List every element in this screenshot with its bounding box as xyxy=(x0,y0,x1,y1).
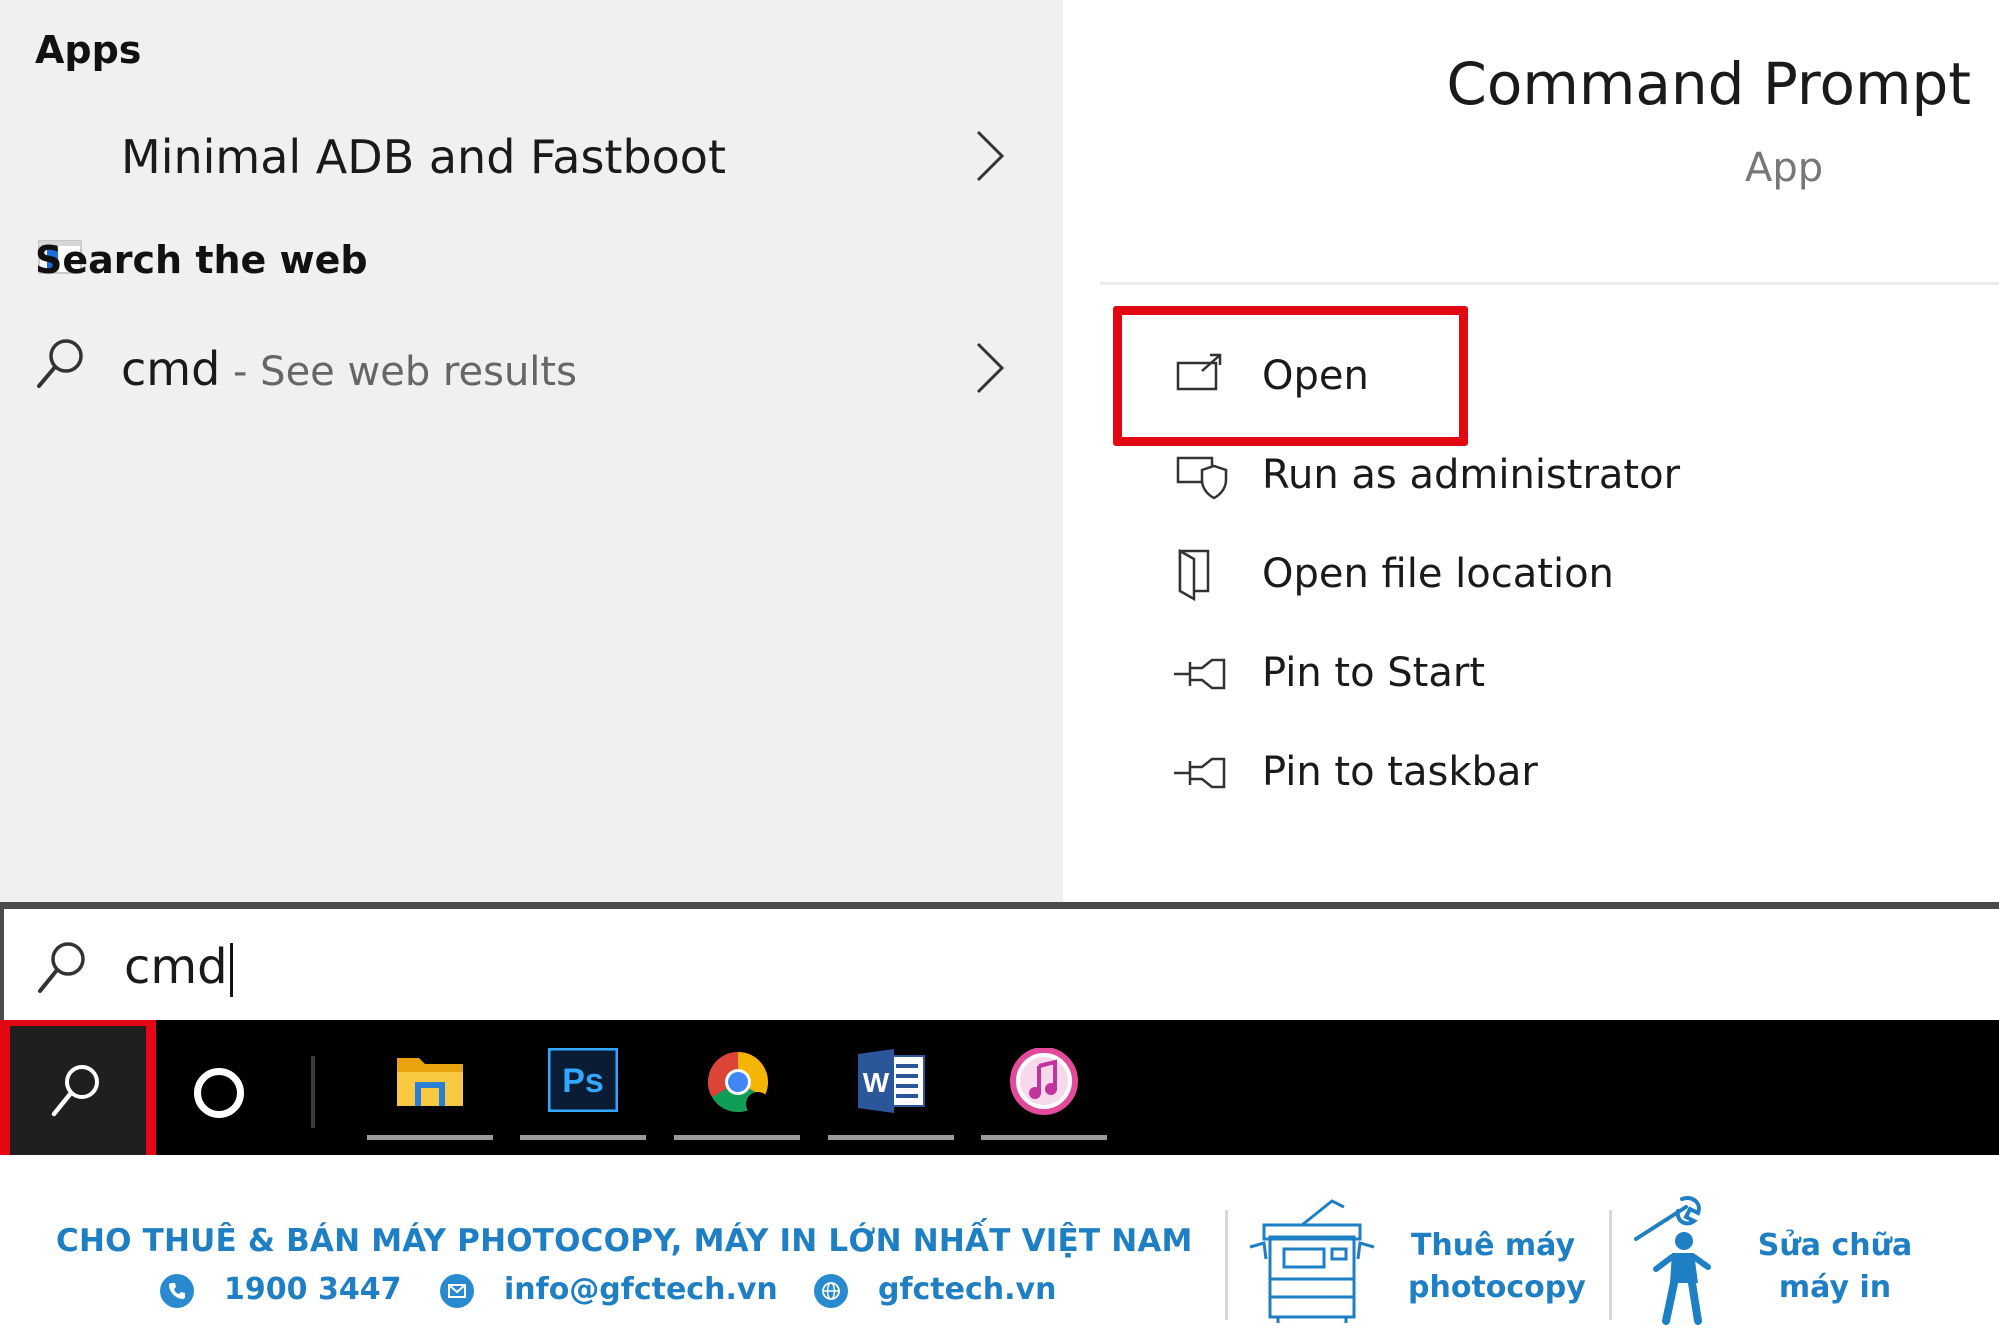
search-icon xyxy=(51,1065,99,1117)
chrome-icon xyxy=(707,1052,770,1116)
taskbar-file-explorer[interactable] xyxy=(367,1042,493,1140)
app-result-minimal-adb[interactable]: Minimal ADB and Fastboot xyxy=(0,104,1063,274)
service-rental-label: Thuê máy photocopy xyxy=(1408,1225,1586,1309)
taskbar-chrome[interactable] xyxy=(674,1042,800,1140)
admin-shield-icon xyxy=(1176,456,1228,500)
taskbar-photoshop[interactable]: Ps xyxy=(520,1042,646,1140)
email-address: info@gfctech.vn xyxy=(504,1272,778,1307)
app-details-pane: Command Prompt App Open Run as administr… xyxy=(1100,0,1999,902)
running-indicator xyxy=(674,1135,800,1140)
apps-section-heading: Apps xyxy=(35,28,142,72)
repair-technician-icon xyxy=(1634,1196,1711,1325)
photoshop-icon: Ps xyxy=(548,1048,618,1112)
footer-divider xyxy=(1225,1210,1228,1320)
search-box[interactable]: cmd xyxy=(0,902,1999,1020)
service-rental-line2: photocopy xyxy=(1408,1270,1586,1305)
footer-divider xyxy=(1609,1210,1612,1320)
app-title: Command Prompt xyxy=(1446,50,1971,118)
web-result-cmd[interactable]: cmd - See web results xyxy=(0,316,1063,416)
website-url: gfctech.vn xyxy=(878,1272,1057,1307)
action-open-file-location[interactable]: Open file location xyxy=(1100,535,1999,615)
globe-icon xyxy=(814,1274,848,1308)
photocopier-icon xyxy=(1249,1199,1375,1323)
action-label: Run as administrator xyxy=(1262,452,1681,498)
file-location-icon xyxy=(1178,548,1210,602)
taskbar-itunes[interactable] xyxy=(981,1042,1107,1140)
web-result-suffix: - See web results xyxy=(220,349,577,395)
service-rental-line1: Thuê máy xyxy=(1410,1228,1576,1263)
taskbar-separator xyxy=(311,1056,315,1128)
footer-banner: CHO THUÊ & BÁN MÁY PHOTOCOPY, MÁY IN LỚN… xyxy=(0,1155,1999,1333)
app-details-header: Command Prompt App xyxy=(1100,0,1999,285)
phone-number: 1900 3447 xyxy=(224,1272,402,1307)
service-repair-line2: máy in xyxy=(1778,1270,1892,1305)
email-icon xyxy=(440,1274,474,1308)
pin-icon xyxy=(1174,658,1226,690)
pin-icon xyxy=(1174,757,1226,789)
app-type-label: App xyxy=(1745,145,1824,191)
app-result-label: Minimal ADB and Fastboot xyxy=(121,130,726,184)
action-label: Pin to taskbar xyxy=(1262,749,1538,795)
running-indicator xyxy=(981,1135,1107,1140)
action-pin-to-taskbar[interactable]: Pin to taskbar xyxy=(1100,733,1999,813)
text-caret xyxy=(229,943,233,997)
chevron-right-icon[interactable] xyxy=(968,340,1012,396)
search-icon xyxy=(37,339,83,388)
itunes-icon xyxy=(1010,1048,1078,1115)
photoshop-icon-text: Ps xyxy=(562,1062,604,1100)
service-repair-line1: Sửa chữa xyxy=(1757,1228,1913,1263)
running-indicator xyxy=(367,1135,493,1140)
action-run-as-admin[interactable]: Run as administrator xyxy=(1100,436,1999,516)
phone-icon xyxy=(160,1274,194,1308)
search-input[interactable]: cmd xyxy=(124,939,233,997)
taskbar: Ps W xyxy=(0,1020,1999,1155)
search-icon xyxy=(38,942,85,993)
running-indicator xyxy=(828,1135,954,1140)
footer-headline: CHO THUÊ & BÁN MÁY PHOTOCOPY, MÁY IN LỚN… xyxy=(56,1223,1193,1259)
open-action-highlight xyxy=(1113,306,1468,446)
action-label: Open file location xyxy=(1262,551,1614,597)
file-explorer-icon xyxy=(397,1058,463,1106)
action-label: Pin to Start xyxy=(1262,650,1486,696)
cortana-icon[interactable] xyxy=(194,1068,244,1118)
service-repair-label: Sửa chữa máy in xyxy=(1745,1225,1925,1309)
taskbar-search-button[interactable] xyxy=(0,1020,156,1155)
action-pin-to-start[interactable]: Pin to Start xyxy=(1100,634,1999,714)
web-result-query: cmd xyxy=(121,342,221,396)
web-result-label: cmd - See web results xyxy=(121,342,577,396)
running-indicator xyxy=(520,1135,646,1140)
search-results-pane: Apps Minimal ADB and Fastboot Search the… xyxy=(0,0,1063,902)
taskbar-word[interactable]: W xyxy=(828,1042,954,1140)
web-section-heading: Search the web xyxy=(35,238,368,282)
word-icon: W xyxy=(858,1049,925,1113)
word-icon-text: W xyxy=(863,1067,890,1098)
chevron-right-icon[interactable] xyxy=(968,128,1012,184)
search-input-value: cmd xyxy=(124,939,228,995)
